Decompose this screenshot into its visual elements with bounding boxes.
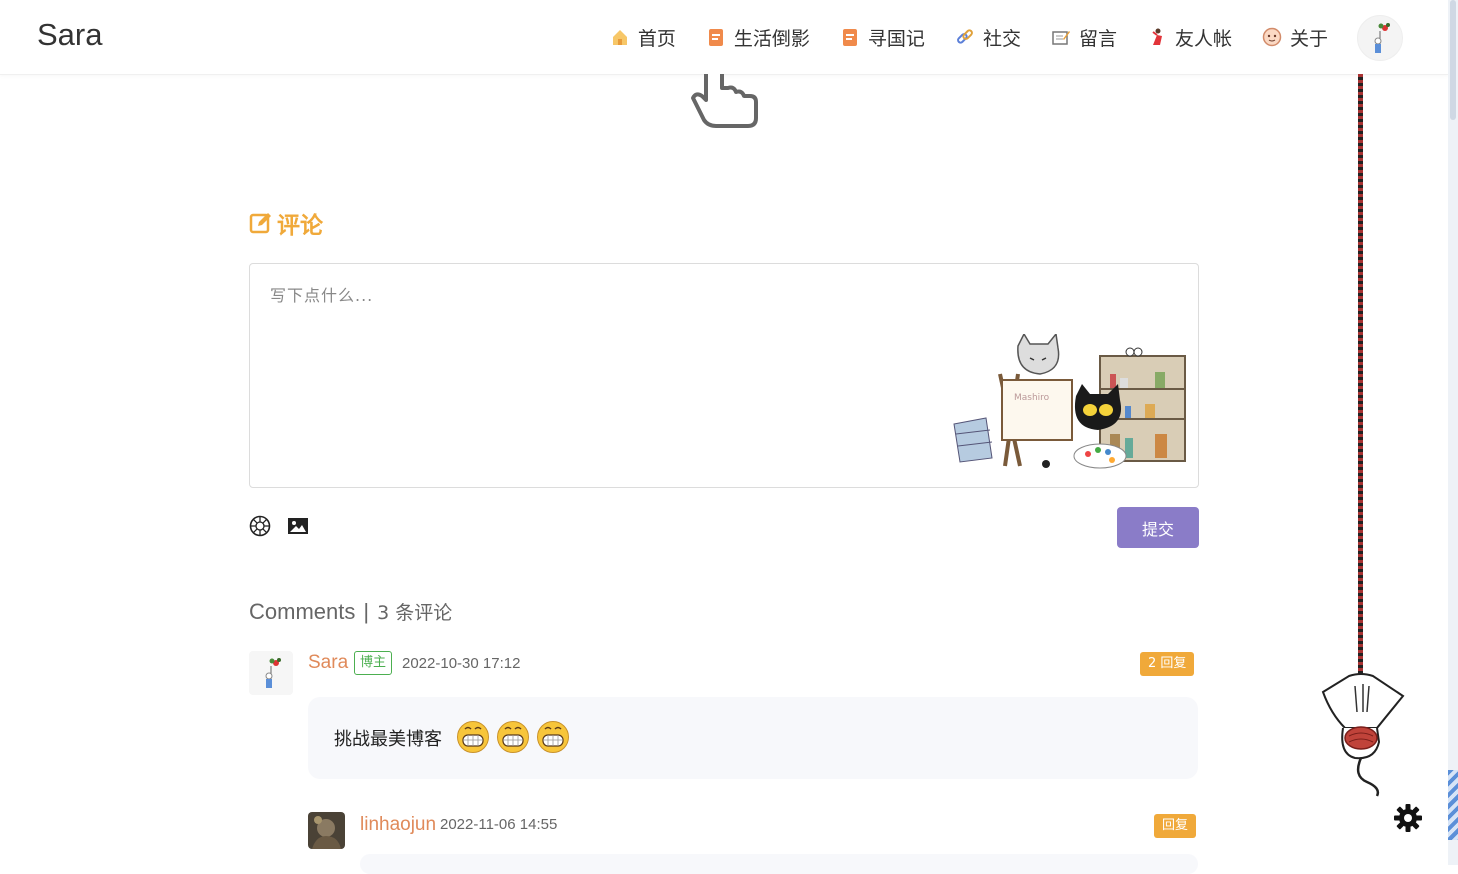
grin-emoji-icon xyxy=(537,721,569,753)
document-icon xyxy=(840,27,860,47)
nav-label: 留言 xyxy=(1078,27,1117,50)
grin-emoji-icon xyxy=(457,721,489,753)
nav-item-friends[interactable]: 友人帐 xyxy=(1147,22,1232,52)
comment-section-title: 评论 xyxy=(249,206,323,240)
owner-badge: 博主 xyxy=(354,651,393,675)
user-avatar[interactable] xyxy=(1357,15,1403,61)
submit-button[interactable]: 提交 xyxy=(1117,507,1199,548)
comments-header-separator: | xyxy=(363,599,370,624)
main-nav: 首页 生活倒影 寻国记 社交 留言 友人帐 关于 xyxy=(610,22,1328,52)
document-icon xyxy=(706,27,726,47)
nav-item-home[interactable]: 首页 xyxy=(610,22,676,52)
hand-pointer-icon xyxy=(691,74,758,128)
nav-label: 社交 xyxy=(982,27,1021,50)
svg-text:Mashiro: Mashiro xyxy=(1014,393,1050,403)
comment-text: 挑战最美博客 xyxy=(334,729,442,750)
nav-label: 关于 xyxy=(1289,27,1328,50)
site-logo[interactable]: Sara xyxy=(37,17,102,53)
reply-count-button[interactable]: 2 回复 xyxy=(1140,652,1195,676)
comment-body: 挑战最美博客 xyxy=(308,697,1198,779)
site-header: Sara 首页 生活倒影 寻国记 社交 留言 友人帐 关于 xyxy=(0,0,1448,75)
image-upload-icon[interactable] xyxy=(287,515,309,537)
comment-avatar[interactable] xyxy=(249,651,293,695)
nav-label: 首页 xyxy=(637,27,676,50)
comment-avatar[interactable] xyxy=(308,812,345,849)
comment-author[interactable]: Sara xyxy=(308,652,348,674)
comments-count: 3 条评论 xyxy=(377,602,453,624)
nav-label: 生活倒影 xyxy=(733,27,810,50)
cat-painting-illustration: Mashiro xyxy=(953,334,1186,469)
comment-author[interactable]: linhaojun xyxy=(360,814,436,836)
scrollbar-thumb[interactable] xyxy=(1450,0,1456,120)
nav-item-social[interactable]: 社交 xyxy=(955,22,1021,52)
emoji-picker-icon[interactable] xyxy=(249,515,271,537)
comments-header-label: Comments xyxy=(249,599,356,624)
comment-time: 2022-11-06 14:55 xyxy=(440,816,558,833)
gear-icon[interactable] xyxy=(1393,803,1423,833)
hanging-cat-scroll-to-top[interactable] xyxy=(1315,672,1407,800)
face-icon xyxy=(1262,27,1282,47)
nav-label: 寻国记 xyxy=(867,27,925,50)
comments-header: Comments | 3 条评论 xyxy=(249,598,452,625)
home-icon xyxy=(610,27,630,47)
edit-icon xyxy=(249,213,271,234)
nav-label: 友人帐 xyxy=(1174,27,1232,50)
nav-item-travel[interactable]: 寻国记 xyxy=(840,22,925,52)
nav-item-life[interactable]: 生活倒影 xyxy=(706,22,810,52)
reply-button[interactable]: 回复 xyxy=(1154,814,1197,838)
memo-icon xyxy=(1051,27,1071,47)
grin-emoji-icon xyxy=(497,721,529,753)
comment-box: Mashiro xyxy=(249,263,1199,488)
comment-time: 2022-10-30 17:12 xyxy=(402,655,521,672)
hanging-rope xyxy=(1358,74,1363,684)
page-scrollbar[interactable] xyxy=(1448,0,1458,865)
nav-item-about[interactable]: 关于 xyxy=(1262,22,1328,52)
comment-body xyxy=(360,854,1198,874)
link-icon xyxy=(955,27,975,47)
nav-item-guestbook[interactable]: 留言 xyxy=(1051,22,1117,52)
dancer-icon xyxy=(1147,27,1167,47)
comment-title-text: 评论 xyxy=(277,213,323,239)
scrollbar-decoration xyxy=(1448,770,1458,840)
